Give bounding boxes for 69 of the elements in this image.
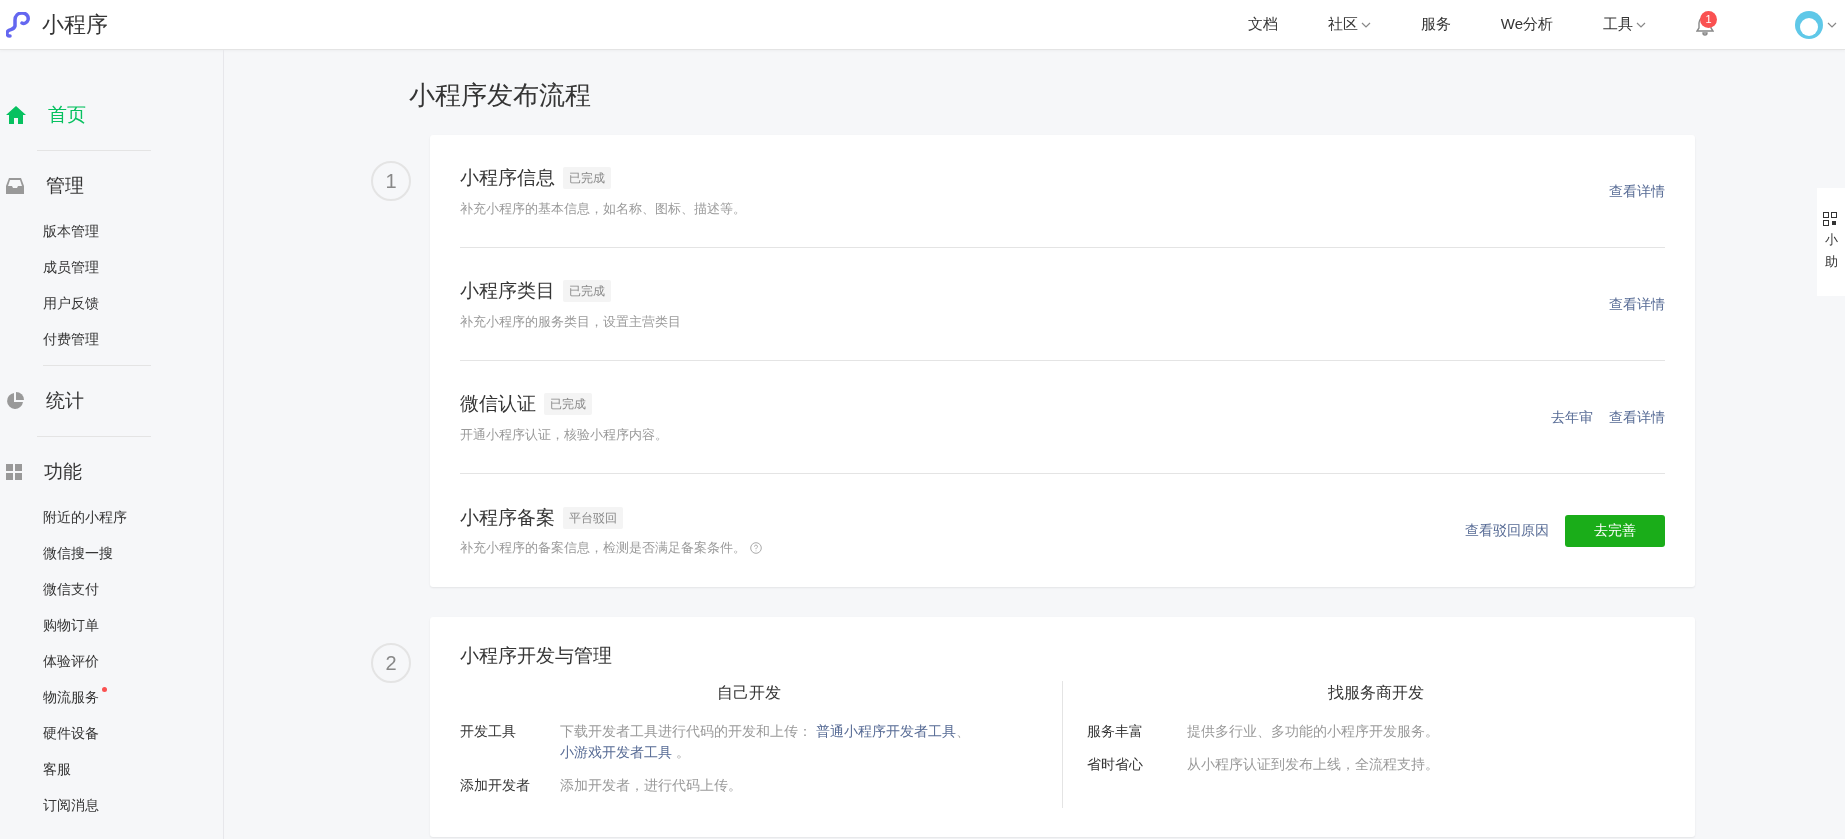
status-tag: 已完成: [563, 280, 611, 303]
sidebar-item[interactable]: 物流服务: [6, 679, 99, 715]
avatar-icon[interactable]: [1794, 9, 1824, 40]
assistant-panel[interactable]: 小 助: [1817, 188, 1845, 296]
item-description: 补充小程序的基本信息，如名称、图标、描述等。: [460, 199, 746, 218]
sidebar-item[interactable]: 硬件设备: [6, 715, 99, 751]
sidebar-section[interactable]: 统计: [6, 374, 223, 428]
panel-text: 助: [1824, 253, 1839, 271]
action-link[interactable]: 查看详情: [1609, 293, 1665, 315]
sidebar-item[interactable]: 购物订单: [6, 607, 99, 643]
sidebar-item[interactable]: 版本管理: [6, 213, 99, 249]
status-tag: 平台驳回: [563, 506, 623, 529]
item-title: 小程序信息: [460, 166, 555, 191]
sidebar-item[interactable]: 用户反馈: [6, 285, 99, 321]
item-description: 补充小程序的服务类目，设置主营类目: [460, 312, 681, 331]
column-heading: 找服务商开发: [1327, 682, 1425, 703]
row-label: 开发工具: [460, 721, 517, 741]
chevron-down-icon: [1360, 21, 1371, 28]
action-link[interactable]: 查看详情: [1609, 406, 1665, 428]
panel-text: 小: [1824, 231, 1839, 249]
pie-chart-icon: [6, 392, 24, 410]
grid-icon: [6, 464, 22, 480]
nav-link[interactable]: 工具: [1603, 13, 1646, 36]
item-title: 小程序备案: [460, 505, 555, 530]
item-title: 小程序类目: [460, 279, 555, 304]
row-description: 下载开发者工具进行代码的开发和上传： 普通小程序开发者工具、 小游戏开发者工具 。: [560, 721, 971, 762]
tool-link[interactable]: 小游戏开发者工具: [560, 743, 672, 760]
sidebar-item[interactable]: 订阅消息: [6, 787, 99, 823]
row-description: 提供多行业、多功能的小程序开发服务。: [1187, 721, 1439, 741]
row-label: 服务丰富: [1087, 721, 1144, 741]
sidebar-item[interactable]: 附近的小程序: [6, 499, 127, 535]
sidebar-section[interactable]: 功能: [6, 445, 223, 499]
sidebar-item[interactable]: 微信搜一搜: [6, 535, 113, 571]
help-icon[interactable]: [750, 541, 762, 554]
step-number: 1: [371, 161, 411, 202]
section-title: 小程序开发与管理: [460, 644, 613, 669]
qr-code-icon: [1823, 212, 1837, 227]
status-tag: 已完成: [544, 393, 592, 416]
column-heading: 自己开发: [716, 682, 782, 703]
action-link[interactable]: 去年审: [1551, 406, 1593, 428]
item-description: 开通小程序认证，核验小程序内容。: [460, 425, 668, 444]
sidebar-item[interactable]: 成员管理: [6, 249, 99, 285]
sidebar-item[interactable]: 体验评价: [6, 643, 99, 679]
notification-count: 1: [1700, 10, 1717, 28]
logo-text: 小程序: [42, 11, 108, 39]
inbox-icon: [6, 178, 24, 194]
chevron-down-icon: [1827, 21, 1837, 28]
nav-link[interactable]: 社区: [1327, 13, 1371, 36]
nav-link[interactable]: 服务: [1420, 13, 1451, 36]
status-tag: 已完成: [563, 167, 611, 190]
sidebar-section[interactable]: 管理: [6, 159, 223, 213]
action-link[interactable]: 查看详情: [1609, 180, 1665, 202]
action-link[interactable]: 查看驳回原因: [1465, 520, 1549, 542]
item-title: 微信认证: [460, 392, 536, 417]
home-icon: [6, 106, 26, 124]
chevron-down-icon: [1636, 21, 1646, 28]
row-description: 从小程序认证到发布上线，全流程支持。: [1187, 754, 1439, 774]
sidebar-item[interactable]: 客服: [6, 751, 71, 787]
row-description: 添加开发者，进行代码上传。: [560, 775, 742, 795]
step-number: 2: [371, 643, 411, 684]
sidebar-item[interactable]: 付费管理: [6, 321, 99, 357]
tool-link[interactable]: 普通小程序开发者工具: [815, 722, 956, 739]
item-description: 补充小程序的备案信息，检测是否满足备案条件。: [460, 539, 746, 558]
row-label: 省时省心: [1087, 754, 1144, 774]
nav-link[interactable]: 文档: [1247, 13, 1278, 36]
page-title: 小程序发布流程: [409, 80, 592, 112]
nav-link[interactable]: We分析: [1500, 13, 1553, 36]
sidebar-item[interactable]: 微信支付: [6, 571, 99, 607]
row-label: 添加开发者: [460, 775, 531, 795]
